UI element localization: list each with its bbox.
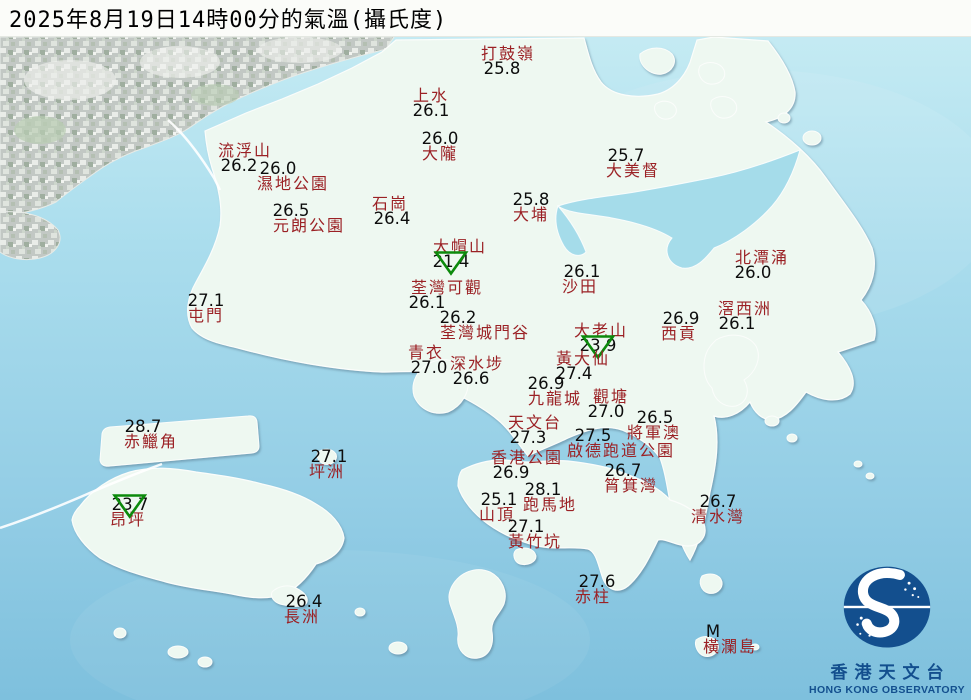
hko-logo-name-chinese: 香港天文台 <box>830 663 951 683</box>
weather-map-page: 2025年8月19日14時00分的氣溫(攝氏度) 打鼓嶺 25.8 上水 26.… <box>0 0 971 700</box>
hko-logo: 香港天文台 HONG KONG OBSERVATORY <box>809 564 965 696</box>
hko-logo-icon <box>843 566 931 648</box>
land-peng-chau <box>316 448 337 465</box>
hko-logo-name-english: HONG KONG OBSERVATORY <box>809 684 965 696</box>
land-ap-lei-chau <box>513 547 537 565</box>
land-tung-lung <box>699 573 723 594</box>
map-title: 2025年8月19日14時00分的氣溫(攝氏度) <box>9 8 448 33</box>
title-bar: 2025年8月19日14時00分的氣溫(攝氏度) <box>0 0 971 37</box>
